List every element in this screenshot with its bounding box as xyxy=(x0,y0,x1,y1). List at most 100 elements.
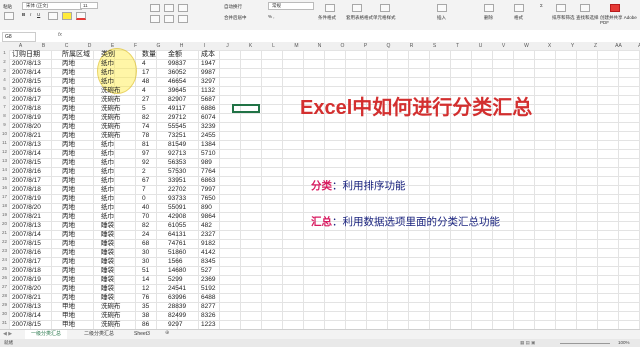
column-header[interactable]: P xyxy=(354,42,377,50)
row-header[interactable]: 30 xyxy=(0,311,9,316)
column-header[interactable]: B xyxy=(32,42,55,50)
insert-button[interactable]: 插入 xyxy=(437,15,446,21)
cell-amount[interactable]: 5299 xyxy=(168,275,192,284)
selected-cell[interactable] xyxy=(232,104,260,113)
cell-amount[interactable]: 49117 xyxy=(168,104,192,113)
cell-category[interactable]: 睡袋 xyxy=(101,239,137,248)
row-header[interactable]: 10 xyxy=(0,131,9,136)
cell-date[interactable]: 2007/8/19 xyxy=(12,275,52,284)
cell-qty[interactable]: 40 xyxy=(142,203,158,212)
cell-category[interactable]: 睡袋 xyxy=(101,221,137,230)
cell-date[interactable]: 2007/8/16 xyxy=(12,167,52,176)
align-middle-icon[interactable] xyxy=(164,4,174,12)
tab-sheet3[interactable]: Sheet3 xyxy=(128,330,156,339)
cell-region[interactable]: 丙地 xyxy=(62,248,98,257)
cell-amount[interactable]: 14680 xyxy=(168,266,192,275)
row-header[interactable]: 26 xyxy=(0,275,9,280)
cell-region[interactable]: 丙地 xyxy=(62,86,98,95)
cell-region[interactable]: 丙地 xyxy=(62,212,98,221)
column-header[interactable]: D xyxy=(78,42,101,50)
fill-color-icon[interactable] xyxy=(62,12,72,20)
row-header[interactable]: 18 xyxy=(0,203,9,208)
row-header[interactable]: 22 xyxy=(0,239,9,244)
column-header[interactable]: I xyxy=(193,42,216,50)
cell-region[interactable]: 甲地 xyxy=(62,311,98,320)
tab-nav-icon[interactable]: ◀ ▶ xyxy=(3,331,12,337)
cell-cost[interactable]: 890 xyxy=(201,203,223,212)
cell-region[interactable]: 丙地 xyxy=(62,176,98,185)
row-header[interactable]: 4 xyxy=(0,77,9,82)
row-header[interactable]: 11 xyxy=(0,140,9,145)
cell-qty[interactable]: 76 xyxy=(142,293,158,302)
cell-amount[interactable]: 55545 xyxy=(168,122,192,131)
cell-amount[interactable]: 42908 xyxy=(168,212,192,221)
cell-date[interactable]: 2007/8/14 xyxy=(12,230,52,239)
number-format-select[interactable]: 常规 xyxy=(268,2,314,10)
row-header[interactable]: 1 xyxy=(0,50,9,55)
cell-region[interactable]: 丙地 xyxy=(62,230,98,239)
cell-cost[interactable]: 6886 xyxy=(201,104,223,113)
cell-cost[interactable]: 5192 xyxy=(201,284,223,293)
cell-region[interactable]: 甲地 xyxy=(62,302,98,311)
column-header[interactable]: F xyxy=(124,42,147,50)
cell-amount[interactable]: 99837 xyxy=(168,59,192,68)
cell-amount[interactable]: 82907 xyxy=(168,95,192,104)
cell-date[interactable]: 2007/8/15 xyxy=(12,77,52,86)
cell-region[interactable]: 丙地 xyxy=(62,104,98,113)
cell-qty[interactable]: 7 xyxy=(142,185,158,194)
border-icon[interactable] xyxy=(48,12,58,20)
cell-amount[interactable]: 63996 xyxy=(168,293,192,302)
column-header[interactable]: G xyxy=(147,42,170,50)
column-header[interactable]: M xyxy=(285,42,308,50)
row-header[interactable]: 8 xyxy=(0,113,9,118)
cell-region[interactable]: 丙地 xyxy=(62,131,98,140)
cell-cost[interactable]: 6074 xyxy=(201,113,223,122)
cell-qty[interactable]: 81 xyxy=(142,140,158,149)
cell-date[interactable]: 2007/8/15 xyxy=(12,158,52,167)
cell-date[interactable]: 2007/8/18 xyxy=(12,185,52,194)
cell-region[interactable]: 丙地 xyxy=(62,203,98,212)
clipboard-label[interactable]: 粘贴 xyxy=(3,4,12,10)
cell-qty[interactable]: 17 xyxy=(142,68,158,77)
cell-date[interactable]: 2007/8/14 xyxy=(12,68,52,77)
cell-date[interactable]: 2007/8/19 xyxy=(12,194,52,203)
cell-region[interactable]: 丙地 xyxy=(62,194,98,203)
cell-amount[interactable]: 74761 xyxy=(168,239,192,248)
cell-region[interactable]: 丙地 xyxy=(62,275,98,284)
sort-filter-button[interactable]: 排序和筛选 xyxy=(552,15,575,21)
cell-date[interactable]: 2007/8/17 xyxy=(12,257,52,266)
cell-date[interactable]: 2007/8/13 xyxy=(12,140,52,149)
cell-amount[interactable]: 92713 xyxy=(168,149,192,158)
cell-category[interactable]: 纸巾 xyxy=(101,167,137,176)
row-header[interactable]: 31 xyxy=(0,320,9,325)
cell-style-icon[interactable] xyxy=(380,4,390,12)
cell-cost[interactable]: 6488 xyxy=(201,293,223,302)
cell-cost[interactable]: 6863 xyxy=(201,176,223,185)
cell-category[interactable]: 洗碗布 xyxy=(101,104,137,113)
column-header[interactable]: S xyxy=(423,42,446,50)
cell-amount[interactable]: 61055 xyxy=(168,221,192,230)
header-amount[interactable]: 金额 xyxy=(168,50,192,59)
cell-category[interactable]: 纸巾 xyxy=(101,158,137,167)
cell-category[interactable]: 洗碗布 xyxy=(101,113,137,122)
cell-amount[interactable]: 73251 xyxy=(168,131,192,140)
row-header[interactable]: 7 xyxy=(0,104,9,109)
cell-date[interactable]: 2007/8/21 xyxy=(12,293,52,302)
cell-amount[interactable]: 57530 xyxy=(168,167,192,176)
cell-date[interactable]: 2007/8/20 xyxy=(12,284,52,293)
row-header[interactable]: 21 xyxy=(0,230,9,235)
cell-date[interactable]: 2007/8/13 xyxy=(12,302,52,311)
cell-category[interactable]: 洗碗布 xyxy=(101,311,137,320)
cell-category[interactable]: 纸巾 xyxy=(101,185,137,194)
cell-qty[interactable]: 0 xyxy=(142,194,158,203)
merge-center-button[interactable]: 合并后居中 xyxy=(224,15,247,21)
cell-date[interactable]: 2007/8/20 xyxy=(12,122,52,131)
cell-category[interactable]: 洗碗布 xyxy=(101,302,137,311)
cell-category[interactable]: 纸巾 xyxy=(101,176,137,185)
cell-category[interactable]: 睡袋 xyxy=(101,257,137,266)
cell-date[interactable]: 2007/8/18 xyxy=(12,104,52,113)
column-header[interactable]: K xyxy=(239,42,262,50)
cell-category[interactable]: 纸巾 xyxy=(101,59,137,68)
cell-amount[interactable]: 55091 xyxy=(168,203,192,212)
italic-button[interactable]: I xyxy=(30,12,31,17)
